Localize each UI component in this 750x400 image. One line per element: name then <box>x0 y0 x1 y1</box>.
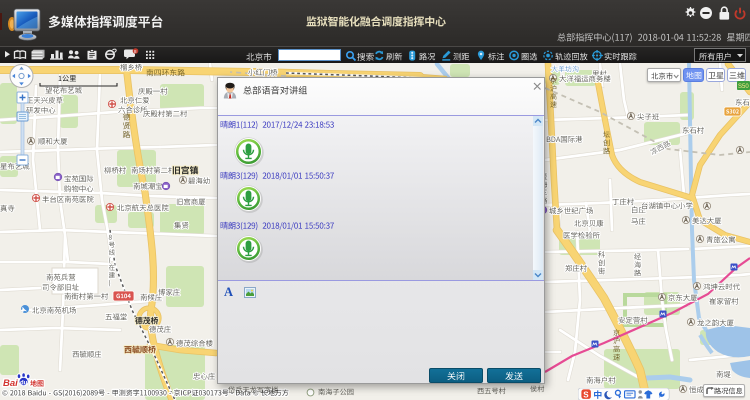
svg-text:du: du <box>20 381 28 387</box>
svg-text:S: S <box>583 390 589 399</box>
svg-text:S50: S50 <box>738 84 749 89</box>
svg-text:A: A <box>224 285 233 299</box>
